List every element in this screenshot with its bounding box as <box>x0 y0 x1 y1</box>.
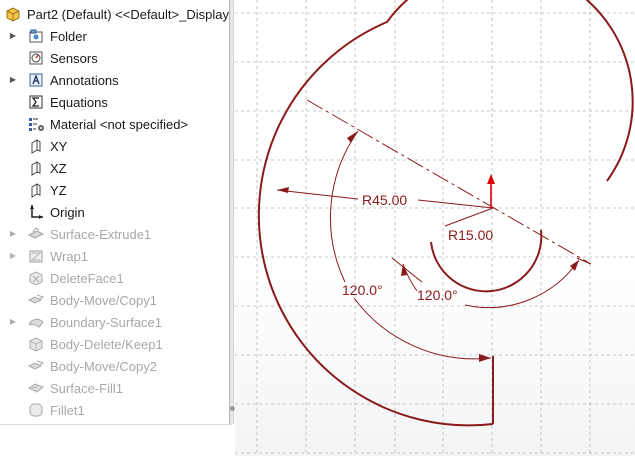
panel-splitter[interactable] <box>229 0 234 424</box>
tree-item-label: XZ <box>50 160 67 176</box>
tree-item-label: Body-Move/Copy1 <box>50 292 157 308</box>
tree-item-label: Surface-Extrude1 <box>50 226 152 242</box>
expand-arrow-icon[interactable]: ▶ <box>8 251 18 261</box>
tree-item-label: Sensors <box>50 50 98 66</box>
tree-item-label: Annotations <box>50 72 119 88</box>
tree-item[interactable]: ▶Origin <box>0 201 229 223</box>
inner-radius-dimension[interactable]: R15.00 <box>444 207 493 243</box>
tree-item[interactable]: ▶XZ <box>0 157 229 179</box>
tree-item-label: Fillet1 <box>50 402 85 418</box>
tree-item-label: Boundary-Surface1 <box>50 314 163 330</box>
expand-arrow-icon[interactable]: ▶ <box>8 317 18 327</box>
inner-angle-dimension[interactable]: 120.0° <box>391 257 592 309</box>
expand-arrow-icon[interactable]: ▶ <box>8 75 18 85</box>
outer-angle-dimension[interactable]: 120.0° <box>330 130 492 362</box>
tree-item[interactable]: ▶ Boundary-Surface1 <box>0 311 229 333</box>
tree-item[interactable]: ▶Material <not specified> <box>0 113 229 135</box>
tree-item[interactable]: ▶ Folder <box>0 25 229 47</box>
tree-root-part[interactable]: Part2 (Default) <<Default>_Display <box>0 3 229 25</box>
part-icon <box>4 5 22 23</box>
expand-arrow-icon[interactable]: ▶ <box>8 229 18 239</box>
plane-icon <box>27 137 45 155</box>
tree-item-label: Body-Delete/Keep1 <box>50 336 163 352</box>
tree-item-label: Body-Move/Copy2 <box>50 358 157 374</box>
graphics-viewport[interactable]: R45.00 R15.00 120.0° 120.0° <box>235 0 635 456</box>
wrap-icon <box>27 247 45 265</box>
body-move-icon <box>27 357 45 375</box>
tree-item[interactable]: ▶Equations <box>0 91 229 113</box>
tree-item[interactable]: ▶Body-Delete/Keep1 <box>0 333 229 355</box>
tree-item-label: Material <not specified> <box>50 116 189 132</box>
tree-item[interactable]: ▶YZ <box>0 179 229 201</box>
sketch-grid <box>235 0 635 456</box>
outer-spiral-curve[interactable] <box>257 0 634 427</box>
dimension-r15-text[interactable]: R15.00 <box>448 227 493 243</box>
tree-item[interactable]: ▶Surface-Fill1 <box>0 377 229 399</box>
tree-item-label: Folder <box>50 28 87 44</box>
dimension-angle-outer-text[interactable]: 120.0° <box>342 282 383 298</box>
tree-item[interactable]: ▶Fillet1 <box>0 399 229 421</box>
tree-item[interactable]: ▶ Surface-Extrude1 <box>0 223 229 245</box>
plane-icon <box>27 159 45 177</box>
tree-item-label: Origin <box>50 204 85 220</box>
tree-item[interactable]: ▶Sensors <box>0 47 229 69</box>
tree-item[interactable]: ▶ Annotations <box>0 69 229 91</box>
tree-item[interactable]: ▶ Wrap1 <box>0 245 229 267</box>
tree-bottom-panel <box>0 424 232 456</box>
tree-item[interactable]: ▶Body-Move/Copy1 <box>0 289 229 311</box>
feature-manager-tree: Part2 (Default) <<Default>_Display ▶ Fold… <box>0 0 232 424</box>
tree-item-label: Wrap1 <box>50 248 89 264</box>
sensor-icon <box>27 49 45 67</box>
body-move-icon <box>27 291 45 309</box>
tree-item[interactable]: ▶Body-Move/Copy2 <box>0 355 229 377</box>
surface-extrude-icon <box>27 225 45 243</box>
plane-icon <box>27 181 45 199</box>
surface-fill-icon <box>27 379 45 397</box>
delete-face-icon <box>27 269 45 287</box>
body-delete-icon <box>27 335 45 353</box>
tree-item[interactable]: ▶XY <box>0 135 229 157</box>
tree-item-label: Equations <box>50 94 108 110</box>
tree-item-label: DeleteFace1 <box>50 270 124 286</box>
tree-item-label: XY <box>50 138 68 154</box>
tree-item-label: Surface-Fill1 <box>50 380 123 396</box>
annotations-icon <box>27 71 45 89</box>
fillet-icon <box>27 401 45 419</box>
material-icon <box>27 115 45 133</box>
dimension-r45-text[interactable]: R45.00 <box>362 192 407 208</box>
expand-arrow-icon[interactable]: ▶ <box>8 31 18 41</box>
dimension-angle-inner-text[interactable]: 120.0° <box>417 287 458 303</box>
tree-item[interactable]: ▶DeleteFace1 <box>0 267 229 289</box>
outer-radius-dimension[interactable]: R45.00 <box>276 187 494 209</box>
tree-item-label: YZ <box>50 182 67 198</box>
equations-icon <box>27 93 45 111</box>
tree-root-label: Part2 (Default) <<Default>_Display <box>27 6 229 22</box>
boundary-surface-icon <box>27 313 45 331</box>
sketch-canvas[interactable]: R45.00 R15.00 120.0° 120.0° <box>235 0 635 456</box>
folder-icon <box>27 27 45 45</box>
origin-icon <box>27 203 45 221</box>
sketch-origin-icon[interactable] <box>487 174 495 208</box>
